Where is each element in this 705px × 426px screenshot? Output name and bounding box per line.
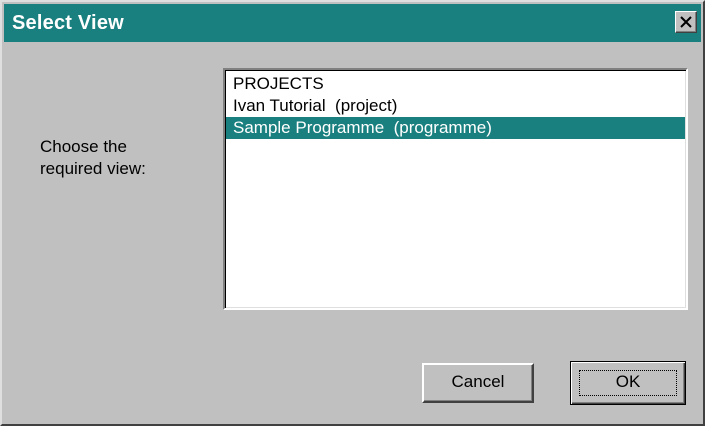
title-bar[interactable]: Select View	[4, 4, 701, 42]
list-item-ivan-tutorial[interactable]: Ivan Tutorial (project)	[226, 95, 685, 117]
list-item-sample-programme[interactable]: Sample Programme (programme)	[226, 117, 685, 139]
select-view-dialog: Select View Choose the required view: PR…	[0, 0, 705, 426]
list-item-projects[interactable]: PROJECTS	[226, 73, 685, 95]
prompt-line-1: Choose the	[40, 137, 127, 156]
ok-button-label: OK	[615, 372, 641, 391]
prompt-line-2: required view:	[40, 159, 146, 178]
close-button[interactable]	[675, 11, 697, 33]
close-icon	[680, 16, 692, 28]
ok-button[interactable]: OK	[570, 361, 686, 405]
view-listbox[interactable]: PROJECTS Ivan Tutorial (project) Sample …	[223, 68, 688, 310]
view-prompt-label: Choose the required view:	[40, 136, 210, 180]
cancel-button[interactable]: Cancel	[422, 363, 534, 403]
window-title: Select View	[12, 12, 124, 34]
